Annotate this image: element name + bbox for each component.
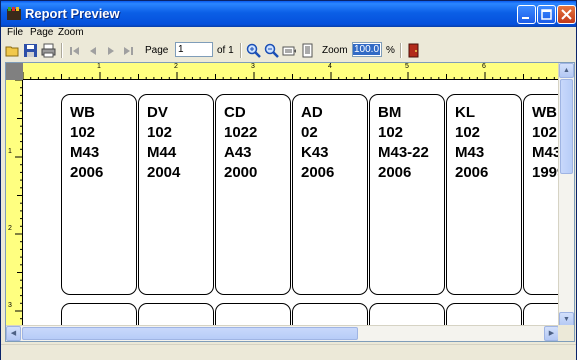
vertical-ruler: 1 2 3 [6, 80, 23, 330]
close-icon [561, 9, 572, 20]
ruler-number: 2 [8, 225, 12, 232]
label-card: AD 02 K43 2006 [292, 94, 368, 295]
page-label: Page [145, 45, 169, 56]
label-card: BM 102 M43-22 2006 [369, 94, 445, 295]
label-card: KL 102 M43 2006 [446, 94, 522, 295]
label-text: WB 102 M43 2006 [70, 104, 104, 181]
first-page-icon[interactable] [67, 43, 82, 58]
label-text: DV 102 M44 2004 [147, 104, 181, 181]
exit-door-icon[interactable] [406, 43, 421, 58]
menu-page[interactable]: Page [30, 27, 53, 38]
label-card: CD 1022 A43 2000 [215, 94, 291, 295]
ruler-corner [6, 63, 23, 80]
page-width-icon[interactable] [282, 43, 297, 58]
scroll-right-button[interactable]: ▶ [544, 326, 559, 341]
minimize-icon [522, 17, 529, 19]
menu-file[interactable]: File [7, 27, 23, 38]
zoom-label: Zoom [322, 45, 348, 56]
zoom-out-icon[interactable] [264, 43, 279, 58]
toolbar-separator [61, 43, 63, 58]
zoom-value: 100.0 [353, 44, 381, 55]
zoom-input[interactable]: 100.0 [352, 42, 382, 57]
previous-page-icon[interactable] [85, 43, 100, 58]
next-page-icon[interactable] [103, 43, 118, 58]
horizontal-scrollbar[interactable]: ◀ ▶ [6, 325, 559, 341]
zoom-in-icon[interactable] [246, 43, 261, 58]
page-number-input[interactable]: 1 [175, 42, 213, 57]
save-icon[interactable] [23, 43, 38, 58]
zoom-percent-label: % [386, 45, 395, 56]
report-preview-window: Report Preview File Page Zoom Page of 1 … [0, 0, 577, 360]
vertical-scrollbar[interactable]: ▲ ▼ [558, 63, 574, 327]
ruler-number: 5 [405, 63, 409, 70]
vertical-ruler-ticks [15, 80, 22, 327]
report-page: WB 102 M43 2006 DV 102 M44 2004 CD 1022 … [24, 81, 564, 331]
ruler-number: 6 [482, 63, 486, 70]
menu-zoom[interactable]: Zoom [58, 27, 84, 38]
status-bar [1, 344, 576, 360]
close-button[interactable] [557, 5, 576, 24]
scroll-up-button[interactable]: ▲ [559, 63, 574, 78]
window-title: Report Preview [25, 6, 120, 21]
title-bar[interactable]: Report Preview [1, 1, 576, 27]
minimize-button[interactable] [517, 5, 536, 24]
ruler-number: 3 [251, 63, 255, 70]
maximize-button[interactable] [537, 5, 556, 24]
preview-area: 1 2 3 4 5 6 7 1 2 3 WB 102 M43 2006 DV 1… [5, 62, 575, 342]
ruler-number: 3 [8, 302, 12, 309]
ruler-number: 1 [8, 148, 12, 155]
label-text: CD 1022 A43 2000 [224, 104, 258, 181]
scroll-corner [558, 325, 574, 341]
last-page-icon[interactable] [121, 43, 136, 58]
maximize-icon [541, 9, 552, 20]
label-text: KL 102 M43 2006 [455, 104, 489, 181]
app-icon [7, 7, 21, 20]
whole-page-icon[interactable] [300, 43, 315, 58]
label-text: AD 02 K43 2006 [301, 104, 335, 181]
toolbar: Page of 1 Zoom % [1, 41, 576, 60]
print-icon[interactable] [41, 43, 56, 58]
menu-bar: File Page Zoom [1, 27, 576, 41]
toolbar-separator [400, 43, 402, 58]
horizontal-scroll-thumb[interactable] [22, 327, 358, 340]
vertical-scroll-thumb[interactable] [560, 79, 573, 174]
ruler-number: 4 [328, 63, 332, 70]
open-folder-icon[interactable] [5, 43, 20, 58]
label-text: BM 102 M43-22 2006 [378, 104, 429, 181]
label-card: WB 102 M43 2006 [61, 94, 137, 295]
horizontal-ruler: 1 2 3 4 5 6 7 [23, 63, 563, 80]
page-count-label: of 1 [217, 45, 234, 56]
toolbar-separator [240, 43, 242, 58]
label-card: DV 102 M44 2004 [138, 94, 214, 295]
ruler-number: 2 [174, 63, 178, 70]
scroll-left-button[interactable]: ◀ [6, 326, 21, 341]
ruler-number: 1 [97, 63, 101, 70]
